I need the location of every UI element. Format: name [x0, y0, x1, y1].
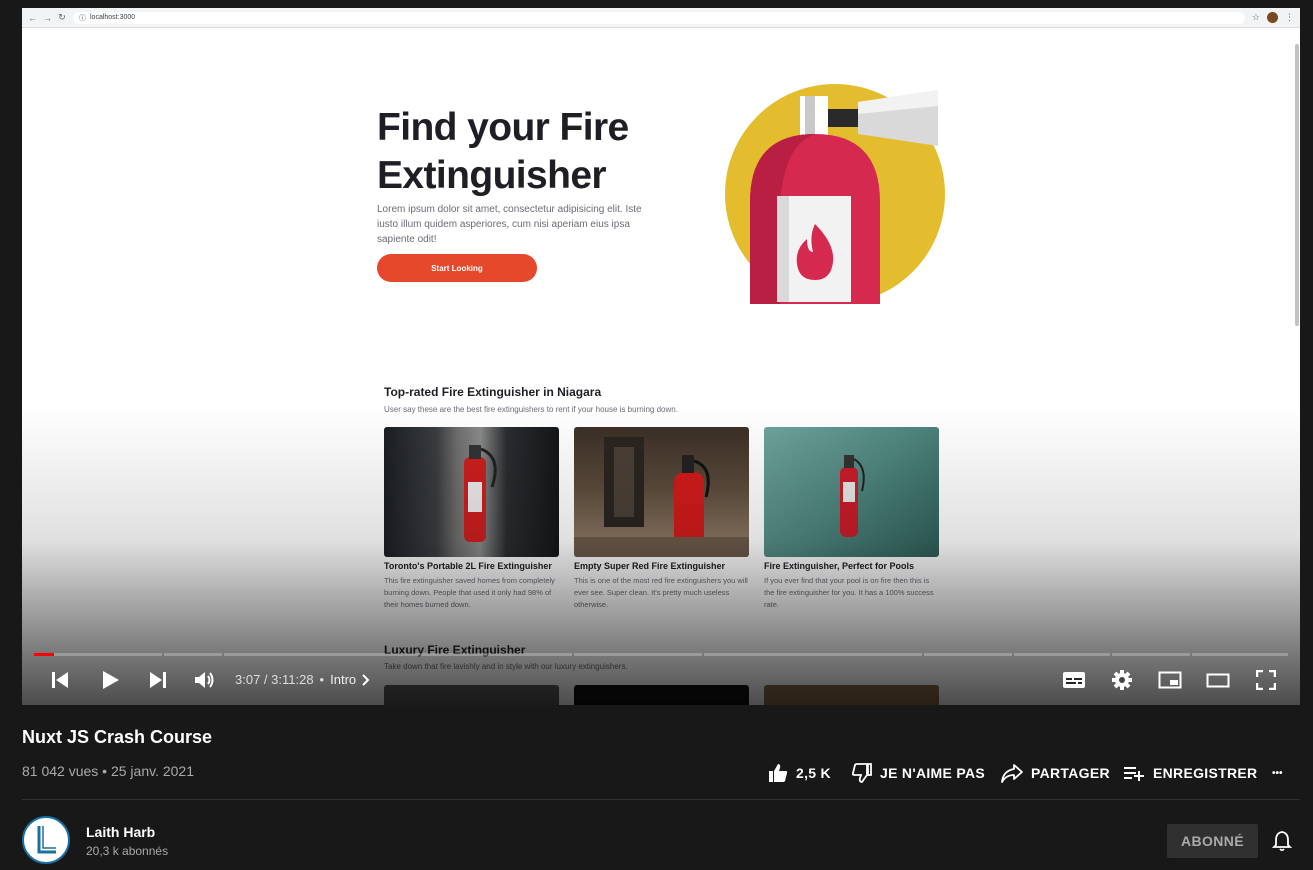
luxury-image	[384, 685, 559, 705]
chapter-segment	[1192, 653, 1288, 656]
volume-icon	[195, 672, 214, 688]
address-url: localhost:3000	[90, 14, 136, 21]
video-title: Nuxt JS Crash Course	[22, 727, 213, 747]
channel-name[interactable]: Laith Harb	[86, 824, 155, 840]
notification-bell-button[interactable]	[1270, 829, 1294, 853]
top-rated-subtitle: User say these are the best fire extingu…	[384, 405, 678, 414]
hero-description: Lorem ipsum dolor sit amet, consectetur …	[377, 204, 642, 245]
mute-button[interactable]	[192, 668, 216, 692]
progress-played	[34, 653, 54, 656]
chapter-segment	[574, 653, 702, 656]
card-description: This fire extinguisher saved homes from …	[384, 576, 555, 609]
card-description: This is one of the most red fire extingu…	[574, 576, 748, 609]
reload-icon: ↻	[58, 12, 66, 22]
channel-logo-icon	[37, 826, 56, 854]
subtitles-icon	[1063, 672, 1085, 688]
fire-extinguisher-illustration	[725, 84, 945, 304]
save-label: ENREGISTRER	[1153, 765, 1258, 781]
play-icon	[103, 671, 119, 689]
product-card: Fire Extinguisher, Perfect for Pools If …	[764, 427, 939, 611]
chapter-button[interactable]: Intro	[330, 672, 370, 687]
settings-button[interactable]	[1110, 668, 1134, 692]
chapter-segment	[704, 653, 922, 656]
time-current-duration: 3:07 / 3:11:28	[235, 672, 314, 687]
browser-menu-icon: ⋮	[1285, 12, 1294, 22]
playlist-add-icon	[1124, 767, 1144, 781]
thumbs-up-icon	[769, 764, 788, 782]
luxury-subtitle: Take down that fire lavishly and in styl…	[384, 662, 628, 671]
channel-avatar[interactable]	[22, 816, 70, 864]
progress-bar[interactable]	[34, 653, 1288, 656]
more-dots-icon: •••	[1272, 767, 1283, 779]
share-label: PARTAGER	[1031, 765, 1110, 781]
play-button[interactable]	[96, 666, 124, 694]
subtitles-button[interactable]	[1060, 668, 1088, 692]
product-image-extinguisher-teal	[764, 427, 939, 557]
dislike-button[interactable]: JE N'AIME PAS	[852, 760, 985, 786]
next-button[interactable]	[146, 668, 170, 692]
card-title: Fire Extinguisher, Perfect for Pools	[764, 561, 915, 571]
thumbs-down-icon	[852, 763, 872, 783]
save-button[interactable]: ENREGISTRER	[1123, 760, 1257, 786]
previous-icon	[52, 672, 68, 688]
share-button[interactable]: PARTAGER	[1001, 760, 1110, 786]
miniplayer-icon	[1158, 671, 1182, 689]
bookmark-star-icon: ☆	[1251, 12, 1260, 22]
fullscreen-button[interactable]	[1254, 668, 1278, 692]
card-description: If you ever find that your pool is on fi…	[764, 576, 934, 609]
settings-icon	[1112, 670, 1132, 690]
more-actions-button[interactable]: •••	[1272, 760, 1283, 786]
share-icon	[1001, 764, 1023, 783]
product-image-extinguisher-room	[574, 427, 749, 557]
time-display: 3:07 / 3:11:28 • Intro	[235, 672, 370, 687]
next-icon	[150, 672, 166, 688]
fullscreen-icon	[1256, 670, 1276, 690]
product-image-extinguisher-wall	[384, 427, 559, 557]
bell-icon	[1272, 831, 1292, 852]
miniplayer-button[interactable]	[1156, 668, 1184, 692]
page-scrollbar	[1295, 44, 1299, 326]
card-title: Toronto's Portable 2L Fire Extinguisher	[384, 561, 552, 571]
theater-icon	[1206, 673, 1230, 688]
chapter-title: Intro	[330, 672, 357, 687]
subscriber-count: 20,3 k abonnés	[86, 844, 169, 858]
card-title: Empty Super Red Fire Extinguisher	[574, 561, 726, 571]
video-player[interactable]: ← → ↻ ⓘ localhost:3000 ☆ ⋮ Find your Fir…	[22, 8, 1300, 705]
dislike-label: JE N'AIME PAS	[880, 765, 985, 781]
like-count: 2,5 K	[796, 765, 831, 781]
theater-mode-button[interactable]	[1204, 668, 1232, 692]
chapter-segment	[924, 653, 1012, 656]
start-looking-button: Start Looking	[377, 254, 537, 282]
chapter-segment	[224, 653, 572, 656]
chevron-right-icon	[362, 673, 370, 686]
top-rated-heading: Top-rated Fire Extinguisher in Niagara	[384, 385, 602, 399]
video-meta: 81 042 vues • 25 janv. 2021	[22, 763, 194, 779]
luxury-image	[574, 685, 749, 705]
chapter-separator: •	[319, 672, 325, 687]
chapter-segment	[1014, 653, 1110, 656]
product-card: Toronto's Portable 2L Fire Extinguisher …	[384, 427, 559, 611]
like-button[interactable]: 2,5 K	[768, 760, 831, 786]
chapter-segment	[1112, 653, 1190, 656]
hero-title: Find your Fire Extinguisher	[377, 106, 629, 197]
video-browser-toolbar: ← → ↻ ⓘ localhost:3000 ☆ ⋮	[22, 8, 1300, 28]
profile-avatar	[1267, 12, 1278, 23]
divider	[22, 799, 1300, 800]
luxury-image	[764, 685, 939, 705]
product-card: Empty Super Red Fire Extinguisher This i…	[574, 427, 749, 611]
address-bar: ⓘ localhost:3000	[73, 11, 1245, 24]
subscribe-button[interactable]: ABONNÉ	[1167, 824, 1258, 858]
back-arrow-icon: ←	[28, 12, 37, 23]
chapter-segment	[164, 653, 222, 656]
forward-arrow-icon: →	[43, 12, 52, 23]
previous-button[interactable]	[48, 668, 72, 692]
info-icon: ⓘ	[79, 14, 86, 22]
